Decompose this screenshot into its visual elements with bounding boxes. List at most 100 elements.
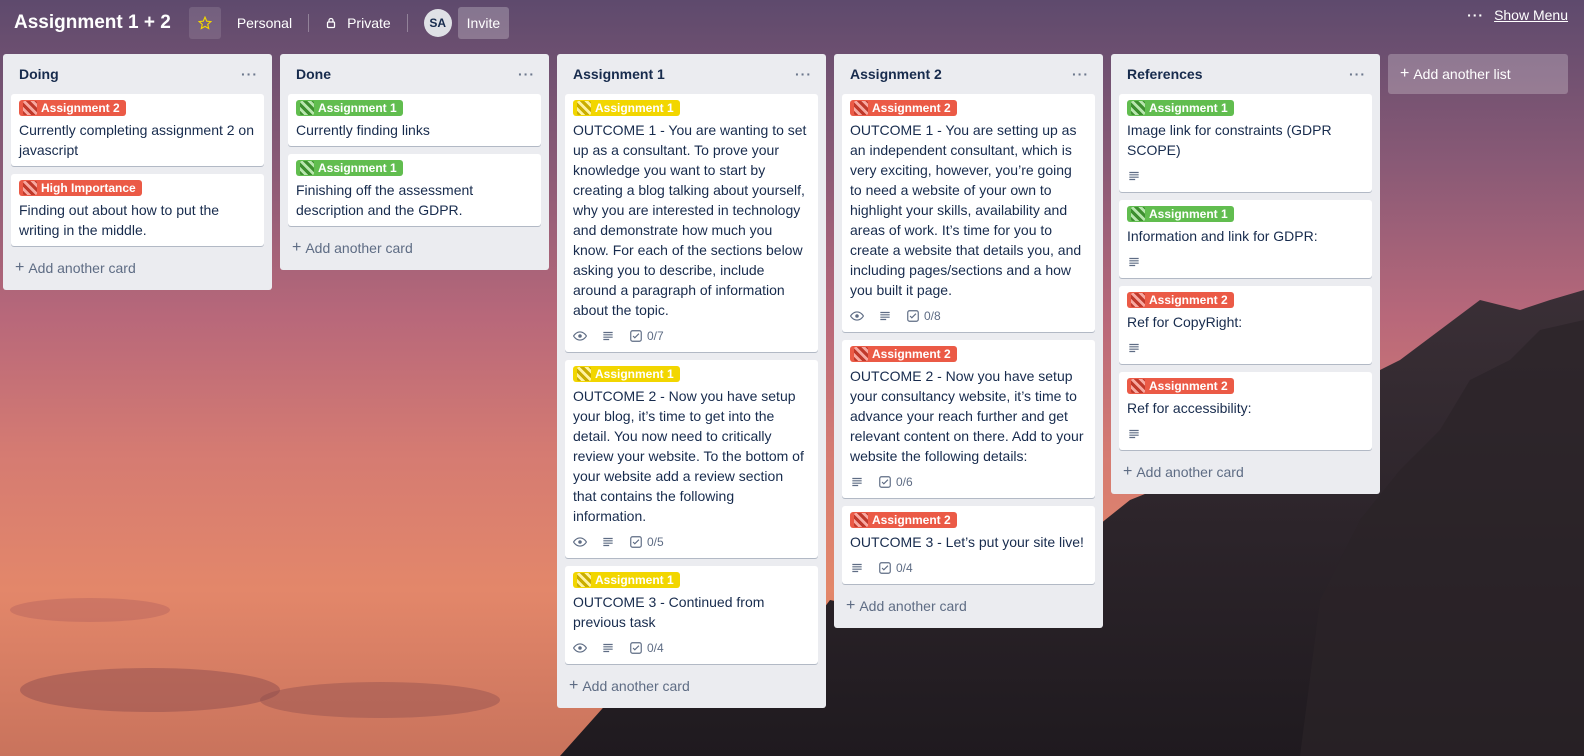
label-pattern-icon [300,101,314,115]
card[interactable]: Assignment 2 Ref for accessibility: [1119,372,1372,450]
add-card-button[interactable]: + Add another card [1119,458,1372,486]
plus-icon: + [15,259,25,276]
list-header: Done ··· [288,54,541,94]
card-label-text: Assignment 2 [872,347,951,361]
label-pattern-icon [577,367,591,381]
header-divider [308,14,310,32]
board-title[interactable]: Assignment 1 + 2 [14,12,171,34]
card-badges [1127,338,1364,358]
label-pattern-icon [854,347,868,361]
card-title: OUTCOME 1 - You are setting up as an ind… [850,122,1082,298]
card[interactable]: Assignment 2 OUTCOME 3 - Let’s put your … [842,506,1095,584]
card-label: Assignment 1 [573,572,680,588]
list-menu-icon[interactable]: ··· [518,66,535,82]
card-title: OUTCOME 3 - Continued from previous task [573,594,765,630]
lock-icon [326,17,336,29]
card-badges: 0/8 [850,306,1087,326]
label-pattern-icon [1131,379,1145,393]
show-menu-button[interactable]: ··· Show Menu [1467,7,1568,23]
card-title: OUTCOME 2 - Now you have setup your cons… [850,368,1084,464]
plus-icon: + [569,677,579,694]
checklist-icon [879,476,891,488]
add-list-button[interactable]: + Add another list [1388,54,1568,94]
add-card-button[interactable]: + Add another card [842,592,1095,620]
add-card-button[interactable]: + Add another card [565,672,818,700]
card[interactable]: Assignment 2 Ref for CopyRight: [1119,286,1372,364]
add-card-label: Add another card [305,240,413,256]
star-icon [197,16,212,30]
checklist-icon [630,330,642,342]
add-card-label: Add another card [1136,464,1244,480]
list-menu-icon[interactable]: ··· [1072,66,1089,82]
checklist-icon [879,562,891,574]
card[interactable]: High Importance Finding out about how to… [11,174,264,246]
checklist-icon [630,642,642,654]
list-menu-icon[interactable]: ··· [1349,66,1366,82]
add-card-button[interactable]: + Add another card [288,234,541,262]
avatar[interactable]: SA [423,9,452,37]
card-label-text: High Importance [41,181,136,195]
list-menu-icon[interactable]: ··· [795,66,812,82]
card[interactable]: Assignment 1 Information and link for GD… [1119,200,1372,278]
checklist-count: 0/5 [647,535,664,549]
card[interactable]: Assignment 1 Currently finding links [288,94,541,146]
personal-button[interactable]: Personal [229,7,300,39]
plus-icon: + [1123,463,1133,480]
card[interactable]: Assignment 2 Currently completing assign… [11,94,264,166]
list-header: Assignment 2 ··· [842,54,1095,94]
list-assignment-2: Assignment 2 ··· Assignment 2 OUTCOME 1 … [834,54,1103,628]
card-label-text: Assignment 2 [41,101,120,115]
show-menu-label: Show Menu [1494,7,1568,23]
label-pattern-icon [577,573,591,587]
checklist-badge: 0/8 [906,309,941,323]
card-badges: 0/5 [573,532,810,552]
card-title: Ref for accessibility: [1127,400,1252,416]
card[interactable]: Assignment 1 Finishing off the assessmen… [288,154,541,226]
card-label-text: Assignment 1 [595,101,674,115]
board-header: Assignment 1 + 2 Personal Private SA Inv… [0,0,1584,46]
list-title[interactable]: References [1127,66,1203,82]
visibility-button[interactable]: Private [317,7,399,39]
description-icon [601,641,619,655]
list-title[interactable]: Assignment 1 [573,66,665,82]
list-title[interactable]: Done [296,66,331,82]
card-label-text: Assignment 2 [1149,379,1228,393]
card-badges: 0/4 [573,638,810,658]
private-label: Private [347,15,391,31]
label-pattern-icon [577,101,591,115]
list-title[interactable]: Doing [19,66,59,82]
list-title[interactable]: Assignment 2 [850,66,942,82]
card-label-text: Assignment 2 [872,101,951,115]
card-title: Finding out about how to put the writing… [19,202,220,238]
checklist-badge: 0/4 [629,641,664,655]
invite-button[interactable]: Invite [457,7,510,39]
label-pattern-icon [23,101,37,115]
checklist-badge: 0/4 [878,561,913,575]
card-label: Assignment 2 [1127,378,1234,394]
card-label-text: Assignment 1 [318,101,397,115]
card[interactable]: Assignment 2 OUTCOME 1 - You are setting… [842,94,1095,332]
star-button[interactable] [188,7,221,39]
label-pattern-icon [23,181,37,195]
card-label: Assignment 1 [573,100,680,116]
list-menu-icon[interactable]: ··· [241,66,258,82]
card[interactable]: Assignment 1 OUTCOME 3 - Continued from … [565,566,818,664]
card-badges: 0/7 [573,326,810,346]
add-card-button[interactable]: + Add another card [11,254,264,282]
card[interactable]: Assignment 1 OUTCOME 1 - You are wanting… [565,94,818,352]
description-icon [1127,169,1145,183]
add-card-label: Add another card [28,260,136,276]
card-title: Ref for CopyRight: [1127,314,1243,330]
card[interactable]: Assignment 2 OUTCOME 2 - Now you have se… [842,340,1095,498]
card[interactable]: Assignment 1 Image link for constraints … [1119,94,1372,192]
label-pattern-icon [854,513,868,527]
card-label-text: Assignment 1 [1149,101,1228,115]
description-icon [878,309,896,323]
card-badges: 0/6 [850,472,1087,492]
card-label-text: Assignment 1 [595,367,674,381]
more-icon: ··· [1467,7,1485,23]
card-badges: 0/4 [850,558,1087,578]
card-title: Information and link for GDPR: [1127,228,1318,244]
card[interactable]: Assignment 1 OUTCOME 2 - Now you have se… [565,360,818,558]
list-doing: Doing ··· Assignment 2 Currently complet… [3,54,272,290]
